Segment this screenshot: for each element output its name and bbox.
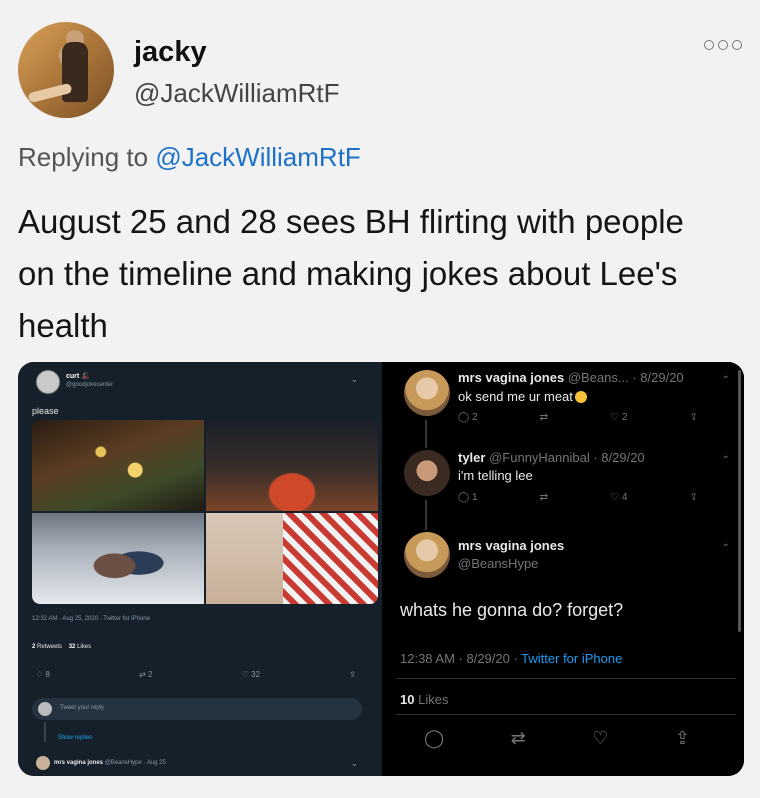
reply2-name: tyler — [458, 450, 486, 465]
divider — [396, 714, 736, 715]
dot — [718, 40, 728, 50]
reply2-text: i'm telling lee — [458, 468, 533, 483]
reply1-text-row: ok send me ur meat — [458, 389, 587, 404]
next-reply-meta: @BeansHype · Aug 25 — [104, 760, 166, 766]
reply-count: 2 — [471, 412, 478, 423]
embedded-handle: @goodjokecenter — [66, 382, 114, 388]
next-reply-name: mrs vagina jones — [54, 760, 104, 766]
media-image-right[interactable]: mrs vagina jones @Beans... · 8/29/20 ⌄ o… — [384, 362, 744, 776]
likes-count: 32 — [68, 644, 76, 650]
share-icon: ⇪ — [689, 412, 698, 423]
share-icon: ⇪ — [349, 670, 356, 679]
avatar — [36, 756, 50, 770]
divider — [396, 678, 736, 679]
photo-plaid — [206, 513, 378, 604]
photo-lights — [206, 420, 378, 511]
like-icon: ♡ 32 — [241, 670, 261, 679]
photo-christmas-tree — [32, 420, 204, 511]
author-handle[interactable]: @JackWilliamRtF — [134, 78, 340, 109]
thread-line — [425, 420, 427, 448]
more-options-icon[interactable] — [704, 38, 742, 52]
avatar — [404, 370, 450, 416]
photo-couple-snow — [32, 513, 204, 604]
embedded-reply-box: Tweet your reply — [32, 698, 362, 720]
retweets-label: Retweets — [37, 644, 63, 650]
reply-context-prefix: Replying to — [18, 142, 149, 172]
thread-line — [44, 722, 46, 742]
dot — [704, 40, 714, 50]
main-time: 12:38 AM · 8/29/20 · — [400, 651, 522, 666]
share-icon: ⇪ — [674, 728, 690, 748]
reply2-action-bar: ◯ 1 ⇄ ♡ 4 ⇪ — [458, 492, 698, 503]
reply1-meta: @Beans... · 8/29/20 — [567, 370, 684, 385]
author-avatar[interactable] — [18, 22, 114, 118]
like-icon: ♡ 2 — [610, 412, 628, 423]
embedded-next-reply: mrs vagina jones @BeansHype · Aug 25 — [54, 760, 166, 766]
embedded-action-bar: ♢ 8 ⇄ 2 ♡ 32 ⇪ — [36, 670, 356, 679]
reply-context: Replying to @JackWilliamRtF — [18, 142, 361, 173]
chevron-down-icon: ⌄ — [721, 370, 730, 381]
avatar — [36, 370, 60, 394]
main-tweet-meta: 12:38 AM · 8/29/20 · Twitter for iPhone — [400, 651, 622, 666]
main-likes: 10 Likes — [400, 692, 448, 707]
embedded-photo-grid — [32, 420, 378, 604]
retweet-icon: ⇄ 2 — [139, 670, 153, 679]
reply-placeholder: Tweet your reply — [60, 705, 105, 711]
media-image-left[interactable]: curt 🎩 @goodjokecenter ⌄ please 12:32 AM… — [18, 362, 382, 776]
reply1-header: mrs vagina jones @Beans... · 8/29/20 — [458, 370, 684, 385]
reply2-meta: @FunnyHannibal · 8/29/20 — [489, 450, 645, 465]
main-name: mrs vagina jones — [458, 538, 564, 553]
emoji-icon — [574, 391, 587, 403]
avatar — [38, 702, 52, 716]
scrollbar — [738, 370, 741, 632]
reply-icon: ♢ 8 — [36, 670, 50, 679]
reply-icon: ◯ 2 — [458, 412, 478, 423]
embedded-stats: 2 Retweets 32 Likes — [32, 644, 91, 650]
retweet-icon: ⇄ — [510, 728, 526, 748]
embedded-display-name: curt 🎩 — [66, 373, 90, 380]
main-handle: @BeansHype — [458, 556, 539, 571]
reply-count: 1 — [471, 492, 478, 503]
main-display-name: mrs vagina jones — [458, 538, 565, 553]
like-icon: ♡ — [592, 728, 609, 748]
like-count: 2 — [621, 412, 628, 423]
avatar — [404, 532, 450, 578]
reply-mention-link[interactable]: @JackWilliamRtF — [155, 142, 361, 172]
show-replies-link: Show replies — [58, 735, 93, 741]
chevron-down-icon: ⌄ — [350, 374, 358, 384]
reply1-text: ok send me ur meat — [458, 389, 573, 404]
like-count: 4 — [621, 492, 628, 503]
chevron-down-icon: ⌄ — [721, 450, 730, 461]
reply2-header: tyler @FunnyHannibal · 8/29/20 — [458, 450, 645, 465]
main-likes-count: 10 — [400, 692, 415, 707]
retweets-count: 2 — [32, 644, 36, 650]
reply1-name: mrs vagina jones — [458, 370, 565, 385]
retweet-icon: ⇄ — [539, 492, 549, 503]
chevron-down-icon: ⌄ — [721, 538, 730, 549]
main-likes-label: Likes — [418, 692, 449, 707]
like-icon: ♡ 4 — [610, 492, 628, 503]
tweet-text: August 25 and 28 sees BH flirting with p… — [18, 203, 684, 344]
main-tweet-text: whats he gonna do? forget? — [400, 600, 624, 620]
reply-icon: ◯ 1 — [458, 492, 478, 503]
tweet-media[interactable]: curt 🎩 @goodjokecenter ⌄ please 12:32 AM… — [18, 362, 744, 776]
avatar — [404, 450, 450, 496]
main-source: Twitter for iPhone — [521, 651, 623, 666]
embedded-timestamp: 12:32 AM · Aug 25, 2020 · Twitter for iP… — [32, 616, 150, 622]
share-icon: ⇪ — [689, 492, 698, 503]
reply1-action-bar: ◯ 2 ⇄ ♡ 2 ⇪ — [458, 412, 698, 423]
reply-icon: ◯ — [424, 728, 445, 748]
thread-line — [425, 500, 427, 530]
chevron-down-icon: ⌄ — [350, 758, 358, 768]
retweet-icon: ⇄ — [539, 412, 549, 423]
likes-label: Likes — [77, 644, 92, 650]
dot — [732, 40, 742, 50]
main-action-bar: ◯ ⇄ ♡ ⇪ — [424, 728, 690, 749]
author-display-name[interactable]: jacky — [134, 36, 207, 69]
embedded-tweet-text: please — [32, 406, 59, 416]
